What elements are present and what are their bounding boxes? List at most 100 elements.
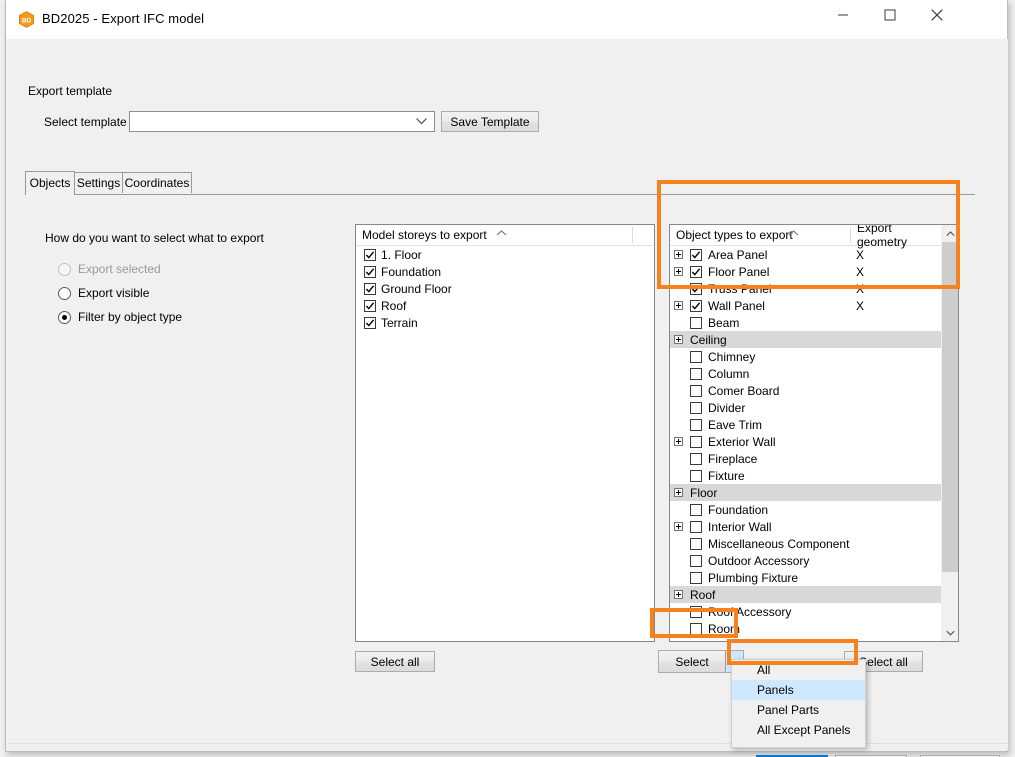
object-type-row[interactable]: Divider (670, 399, 958, 416)
object-type-row[interactable]: Interior Wall (670, 518, 958, 535)
storey-row[interactable]: Ground Floor (356, 280, 654, 297)
expand-plus-icon[interactable] (674, 267, 683, 276)
storeys-header-cell[interactable]: Model storeys to export (356, 225, 631, 245)
object-types-listbox[interactable]: Object types to export Export geometry A… (669, 224, 959, 642)
storey-row[interactable]: Foundation (356, 263, 654, 280)
row-checkbox[interactable] (690, 351, 702, 363)
storey-row[interactable]: 1. Floor (356, 246, 654, 263)
row-checkbox[interactable] (690, 606, 702, 618)
row-checkbox[interactable] (690, 572, 702, 584)
object-types-header-cell[interactable]: Object types to export (670, 225, 850, 245)
select-all-storeys-button[interactable]: Select all (355, 651, 435, 672)
expand-plus-icon[interactable] (674, 301, 683, 310)
object-type-row[interactable]: Truss PanelX (670, 280, 958, 297)
row-checkbox[interactable] (690, 453, 702, 465)
save-template-button[interactable]: Save Template (441, 111, 539, 132)
object-type-row[interactable]: Exterior Wall (670, 433, 958, 450)
object-type-row[interactable]: Miscellaneous Component (670, 535, 958, 552)
menu-item-all-except-panels[interactable]: All Except Panels (732, 720, 865, 740)
tab-coordinates[interactable]: Coordinates (122, 172, 192, 193)
row-checkbox[interactable] (690, 300, 702, 312)
object-type-row[interactable]: Column (670, 365, 958, 382)
scrollbar-thumb[interactable] (942, 242, 959, 572)
row-checkbox[interactable] (690, 504, 702, 516)
object-type-row[interactable]: Comer Board (670, 382, 958, 399)
select-dropdown-menu[interactable]: All Panels Panel Parts All Except Panels (731, 659, 866, 748)
object-type-row[interactable]: Outdoor Accessory (670, 552, 958, 569)
row-checkbox[interactable] (690, 623, 702, 635)
chevron-down-icon[interactable] (412, 112, 432, 131)
object-type-row[interactable]: Fireplace (670, 450, 958, 467)
object-type-group-row[interactable]: Ceiling (670, 331, 958, 348)
expand-plus-icon[interactable] (674, 488, 683, 497)
object-type-row[interactable]: Chimney (670, 348, 958, 365)
row-checkbox[interactable] (690, 317, 702, 329)
row-checkbox[interactable] (690, 555, 702, 567)
select-template-combobox[interactable] (129, 111, 435, 132)
maximize-button[interactable] (866, 0, 913, 30)
select-button-label[interactable]: Select (659, 651, 725, 672)
row-checkbox[interactable] (690, 470, 702, 482)
object-type-group-row[interactable]: Roof (670, 586, 958, 603)
row-checkbox[interactable] (690, 266, 702, 278)
radio-indicator (58, 263, 71, 276)
object-type-row[interactable]: Floor PanelX (670, 263, 958, 280)
radio-label: Export visible (78, 286, 149, 300)
tab-settings[interactable]: Settings (74, 172, 123, 193)
sort-ascending-caret (788, 226, 799, 240)
object-type-row[interactable]: Beam (670, 314, 958, 331)
storeys-list-header: Model storeys to export (356, 225, 654, 246)
object-type-label: Interior Wall (708, 520, 772, 534)
object-types-scrollbar[interactable] (941, 225, 958, 641)
row-checkbox[interactable] (690, 538, 702, 550)
row-checkbox[interactable] (364, 266, 376, 278)
object-type-group-row[interactable]: Floor (670, 484, 958, 501)
radio-indicator (58, 311, 71, 324)
scroll-down-icon[interactable] (942, 624, 959, 641)
row-checkbox[interactable] (690, 419, 702, 431)
object-type-row[interactable]: Roof Accessory (670, 603, 958, 620)
row-checkbox[interactable] (364, 317, 376, 329)
minimize-button[interactable] (819, 0, 866, 30)
row-checkbox[interactable] (690, 436, 702, 448)
tab-objects[interactable]: Objects (25, 171, 75, 194)
object-type-row[interactable]: Wall PanelX (670, 297, 958, 314)
storey-row[interactable]: Roof (356, 297, 654, 314)
expand-plus-icon[interactable] (674, 250, 683, 259)
row-checkbox[interactable] (690, 368, 702, 380)
row-checkbox[interactable] (364, 283, 376, 295)
object-type-row[interactable]: Foundation (670, 501, 958, 518)
object-type-row[interactable]: Eave Trim (670, 416, 958, 433)
close-button[interactable] (913, 0, 960, 30)
expand-plus-icon[interactable] (674, 522, 683, 531)
radio-export-selected[interactable]: Export selected (58, 260, 161, 278)
object-type-row[interactable]: Fixture (670, 467, 958, 484)
object-type-row[interactable]: Area PanelX (670, 246, 958, 263)
export-geometry-mark: X (856, 248, 864, 262)
scroll-up-icon[interactable] (942, 225, 959, 242)
radio-export-visible[interactable]: Export visible (58, 284, 149, 302)
row-checkbox[interactable] (364, 300, 376, 312)
storey-row[interactable]: Terrain (356, 314, 654, 331)
object-type-row[interactable]: Plumbing Fixture (670, 569, 958, 586)
export-geometry-header-cell[interactable]: Export geometry (851, 225, 941, 245)
row-checkbox[interactable] (690, 283, 702, 295)
row-checkbox[interactable] (690, 521, 702, 533)
expand-plus-icon[interactable] (674, 335, 683, 344)
object-type-label: Foundation (708, 503, 768, 517)
object-type-label: Beam (708, 316, 739, 330)
row-checkbox[interactable] (690, 385, 702, 397)
row-checkbox[interactable] (690, 249, 702, 261)
object-type-label: Truss Panel (708, 282, 772, 296)
menu-item-panel-parts[interactable]: Panel Parts (732, 700, 865, 720)
radio-filter-by-object-type[interactable]: Filter by object type (58, 308, 182, 326)
row-checkbox[interactable] (690, 402, 702, 414)
model-storeys-listbox[interactable]: Model storeys to export 1. FloorFoundati… (355, 224, 655, 642)
object-type-row[interactable]: Room (670, 620, 958, 637)
object-type-label: Column (708, 367, 749, 381)
menu-item-all[interactable]: All (732, 660, 865, 680)
expand-plus-icon[interactable] (674, 590, 683, 599)
expand-plus-icon[interactable] (674, 437, 683, 446)
row-checkbox[interactable] (364, 249, 376, 261)
menu-item-panels[interactable]: Panels (732, 680, 865, 700)
